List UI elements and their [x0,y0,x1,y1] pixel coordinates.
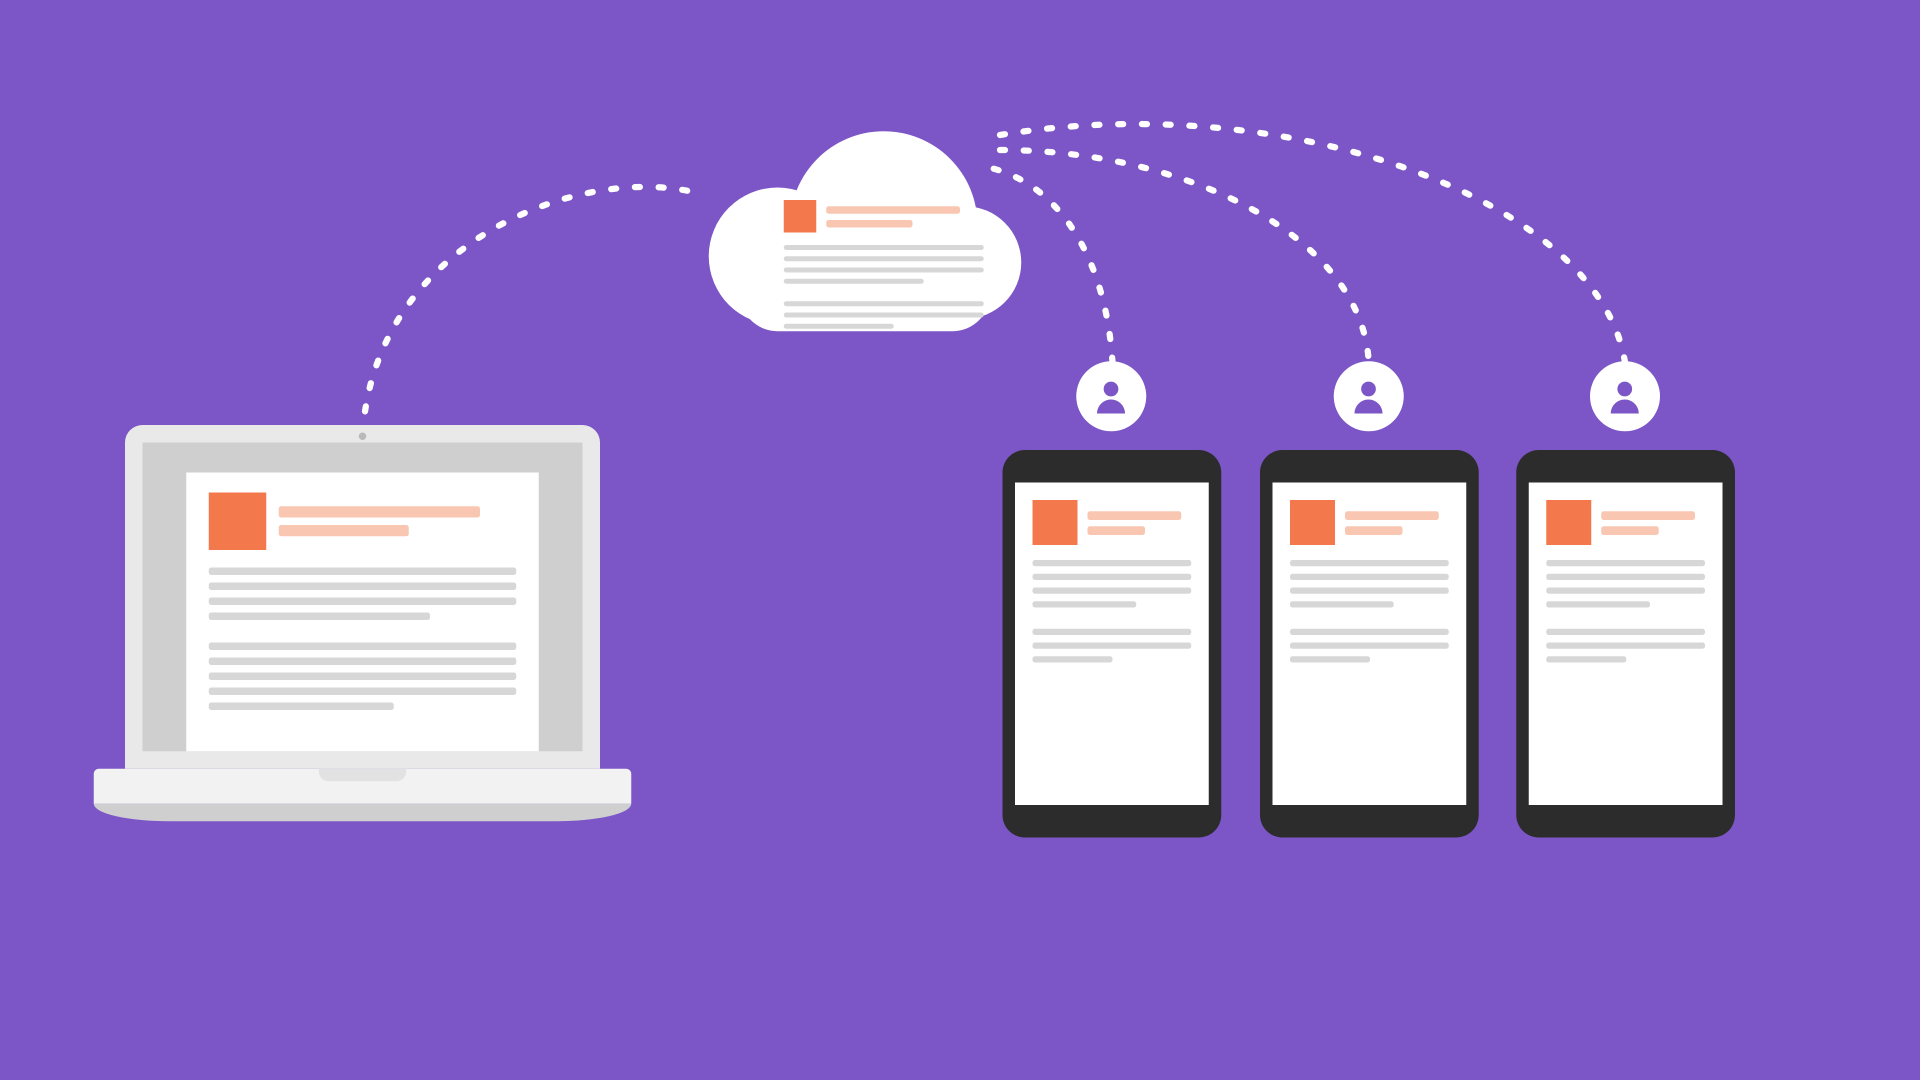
document-body-line [1546,588,1705,594]
document-body-line [1546,574,1705,580]
document-body-line [209,643,516,651]
diagram-canvas [0,0,1920,1080]
document-body-line [1290,588,1449,594]
document-title-line [1345,511,1438,520]
document-on-phone [1273,483,1467,806]
laptop-base [94,769,632,804]
laptop-display [143,443,583,752]
document-body-line [209,598,516,606]
document-on-laptop [187,473,539,751]
document-subtitle-line [1345,526,1402,535]
document-body-line [1546,560,1705,566]
phone-device-3 [1516,450,1735,838]
document-title-line [279,507,480,518]
document-thumbnail-icon [1033,500,1078,545]
document-body-line [209,673,516,681]
document-body-line [1290,574,1449,580]
laptop-bezel [125,425,600,769]
user-avatar-2 [1334,361,1404,431]
cloud-node [690,131,1015,350]
document-thumbnail-icon [784,200,817,233]
document-body-line [1290,656,1369,662]
document-on-phone [1015,483,1209,806]
document-body-line [1290,629,1449,635]
document-body-line [209,613,430,621]
document-body-line [1290,601,1393,607]
document-body-line [209,688,516,696]
laptop-device [94,425,632,821]
document-body-line [209,658,516,666]
document-subtitle-line [826,219,913,227]
document-subtitle-line [1601,526,1658,535]
document-body-line [1033,601,1136,607]
document-thumbnail-icon [209,493,267,551]
document-subtitle-line [279,525,409,536]
document-body-line [1033,574,1192,580]
document-body-line [209,703,393,711]
person-icon [1348,375,1390,417]
document-body-line [1546,629,1705,635]
document-subtitle-line [1088,526,1145,535]
path-cloud-to-user2 [1000,150,1369,363]
document-in-cloud [784,200,984,329]
document-body-line [784,245,984,250]
document-body-line [1033,656,1112,662]
document-title-line [1601,511,1694,520]
document-title-line [826,206,960,214]
document-body-line [1546,656,1625,662]
document-title-line [1088,511,1181,520]
person-icon [1604,375,1646,417]
document-body-line [784,324,894,329]
user-avatar-1 [1076,361,1146,431]
document-body-line [209,583,516,591]
path-cloud-to-user3 [1000,124,1625,362]
document-body-line [1546,601,1649,607]
person-icon [1090,375,1132,417]
document-thumbnail-icon [1290,500,1335,545]
document-body-line [1290,560,1449,566]
document-body-line [784,313,984,318]
phone-device-1 [1003,450,1222,838]
laptop-foot [94,804,632,822]
document-thumbnail-icon [1546,500,1591,545]
document-body-line [1033,588,1192,594]
document-body-line [784,279,924,284]
phone-device-2 [1260,450,1479,838]
document-body-line [209,568,516,576]
document-body-line [1033,629,1192,635]
document-body-line [784,301,984,306]
document-body-line [784,268,984,273]
document-body-line [1033,560,1192,566]
document-body-line [784,256,984,261]
document-body-line [1033,643,1192,649]
document-body-line [1546,643,1705,649]
document-body-line [1290,643,1449,649]
path-laptop-to-cloud [363,187,701,435]
document-on-phone [1529,483,1723,806]
user-avatar-3 [1590,361,1660,431]
camera-icon [359,433,367,441]
